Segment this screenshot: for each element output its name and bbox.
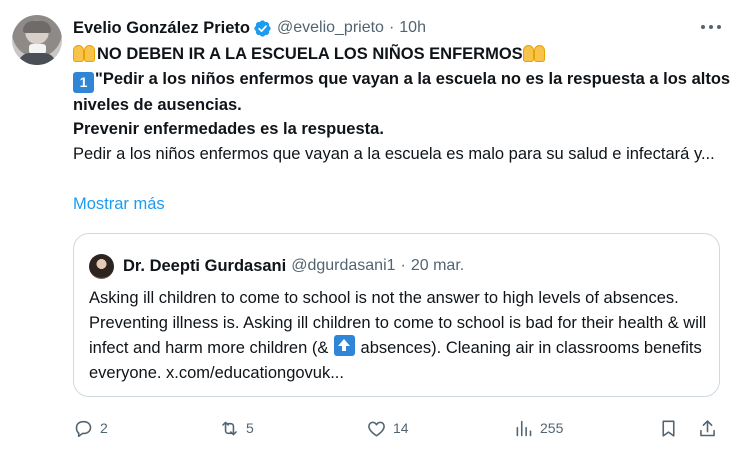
headline-line: NO DEBEN IR A LA ESCUELA LOS NIÑOS ENFER… bbox=[73, 42, 733, 67]
children-emoji-icon bbox=[522, 42, 547, 62]
body-text: Pedir a los niños enfermos que vayan a l… bbox=[73, 144, 715, 163]
header-separator: · bbox=[388, 19, 395, 36]
children-emoji-icon bbox=[73, 42, 97, 62]
show-more-link[interactable]: Mostrar más bbox=[73, 195, 165, 214]
bold-text: "Pedir a los niños enfermos que vayan a … bbox=[73, 69, 731, 114]
bold-paragraph: 1 "Pedir a los niños enfermos que vayan a… bbox=[73, 67, 733, 118]
like-button[interactable]: 14 bbox=[366, 414, 409, 442]
bookmark-button[interactable] bbox=[658, 414, 679, 442]
reply-count: 2 bbox=[100, 420, 108, 436]
action-bar: 2 5 14 255 bbox=[73, 414, 725, 442]
avatar-hat bbox=[23, 21, 51, 33]
headline: NO DEBEN IR A LA ESCUELA LOS NIÑOS ENFER… bbox=[97, 45, 523, 63]
quote-text: Asking ill children to come to school is… bbox=[89, 286, 709, 385]
more-icon[interactable] bbox=[698, 17, 724, 37]
bold-text-2: Prevenir enfermedades es la respuesta. bbox=[73, 120, 384, 138]
repost-icon bbox=[222, 421, 237, 435]
tweet[interactable]: Evelio González Prieto @evelio_prieto · … bbox=[0, 0, 744, 456]
keycap-one-icon: 1 bbox=[73, 71, 94, 93]
author-name[interactable]: Evelio González Prieto bbox=[73, 19, 250, 38]
views-icon bbox=[516, 420, 532, 436]
quote-author-handle: @dgurdasani1 bbox=[291, 257, 396, 274]
reply-button[interactable]: 2 bbox=[73, 414, 108, 442]
more-dot bbox=[709, 25, 713, 29]
quote-header: Dr. Deepti Gurdasani @dgurdasani1 · 20 m… bbox=[89, 253, 465, 279]
quoted-tweet[interactable]: Dr. Deepti Gurdasani @dgurdasani1 · 20 m… bbox=[73, 233, 720, 397]
tweet-header: Evelio González Prieto @evelio_prieto · … bbox=[73, 17, 426, 39]
share-button[interactable] bbox=[697, 414, 718, 442]
verified-icon bbox=[254, 19, 271, 37]
quote-author-name: Dr. Deepti Gurdasani bbox=[123, 256, 287, 275]
repost-button[interactable]: 5 bbox=[219, 414, 254, 442]
views-count: 255 bbox=[540, 420, 564, 436]
like-count: 14 bbox=[393, 420, 409, 436]
quote-separator: · bbox=[400, 257, 406, 274]
quote-avatar bbox=[89, 253, 114, 279]
avatar-coat bbox=[18, 53, 56, 65]
tweet-body: NO DEBEN IR A LA ESCUELA LOS NIÑOS ENFER… bbox=[73, 42, 733, 166]
bookmark-icon bbox=[662, 420, 675, 437]
reply-icon bbox=[75, 420, 92, 437]
quote-date: 20 mar. bbox=[410, 257, 465, 274]
post-time[interactable]: 10h bbox=[399, 19, 426, 37]
up-arrow-icon bbox=[333, 335, 355, 356]
author-handle[interactable]: @evelio_prieto bbox=[277, 19, 384, 37]
share-icon bbox=[700, 419, 715, 436]
author-avatar[interactable] bbox=[12, 15, 62, 65]
views-button[interactable]: 255 bbox=[513, 414, 563, 442]
more-dot bbox=[717, 25, 721, 29]
more-dot bbox=[701, 25, 705, 29]
repost-count: 5 bbox=[246, 420, 254, 436]
like-icon bbox=[368, 421, 385, 436]
